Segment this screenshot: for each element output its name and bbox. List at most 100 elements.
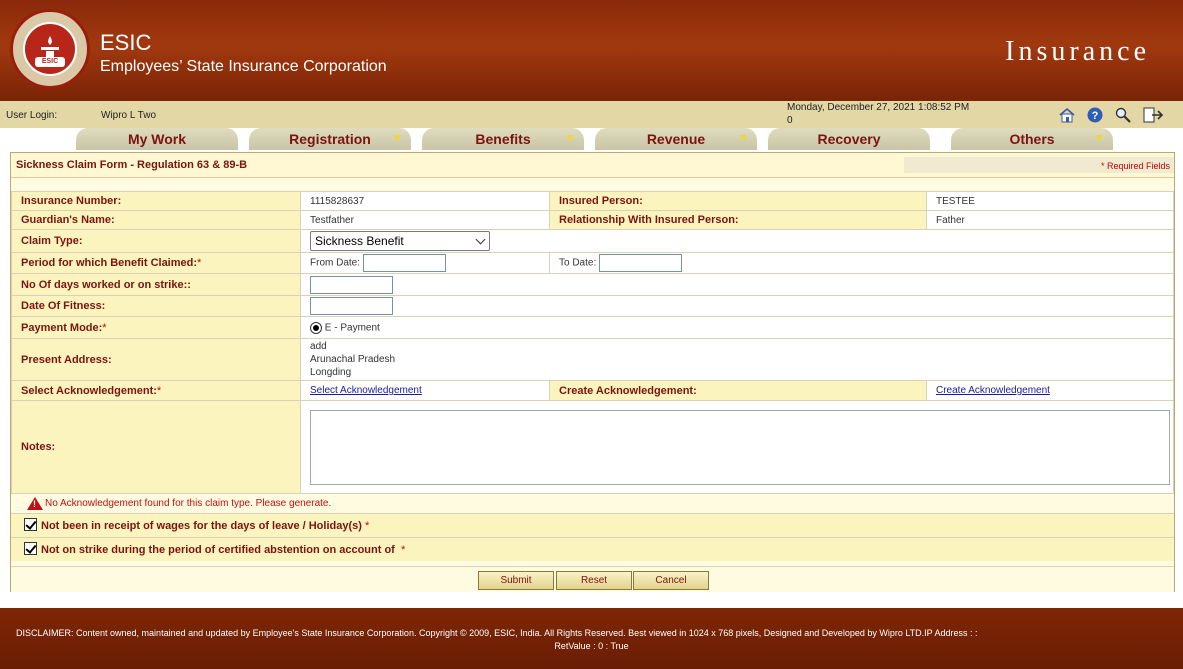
required-star: *: [156, 384, 162, 397]
create-ack-label: Create Acknowledgement:: [549, 380, 927, 401]
days-worked-cell: [300, 273, 1174, 296]
required-note: * Required Fields: [1100, 161, 1170, 171]
menu-others[interactable]: Others: [951, 128, 1113, 150]
create-ack-link[interactable]: Create Acknowledgement: [936, 385, 1050, 396]
date-fitness-input[interactable]: [310, 297, 394, 315]
wages-check-label: Not been in receipt of wages for the day…: [41, 520, 362, 532]
home-icon[interactable]: [1058, 106, 1076, 124]
required-star: *: [364, 520, 370, 532]
toolbar-icons: ?: [1058, 106, 1164, 124]
claim-type-label: Claim Type:: [10, 229, 302, 253]
menu-registration[interactable]: Registration: [249, 128, 411, 150]
payment-mode-cell: E - Payment: [300, 316, 1174, 339]
logout-icon[interactable]: [1142, 106, 1164, 124]
logo-badge: ESIC: [35, 57, 65, 67]
e-payment-label: E - Payment: [324, 322, 380, 334]
insurance-number-value: 1115828637: [300, 191, 550, 211]
date-fitness-cell: [300, 295, 1174, 317]
wages-checkbox[interactable]: [24, 518, 37, 531]
menu-label: Benefits: [475, 131, 531, 147]
claim-form-table: Insurance Number: 1115828637 Insured Per…: [10, 191, 1175, 494]
brand-title: ESIC: [100, 30, 152, 55]
claim-type-cell: Sickness Benefit: [300, 229, 1174, 253]
days-worked-input[interactable]: [310, 275, 394, 294]
relationship-value: Father: [925, 210, 1175, 230]
menu-label: Others: [1009, 131, 1055, 147]
create-ack-cell: Create Acknowledgement: [925, 380, 1175, 401]
ret-value-text: RetValue : 0 : True: [554, 641, 629, 651]
logo-emblem: ESIC: [23, 22, 77, 76]
datetime: Monday, December 27, 2021 1:08:52 PM: [787, 102, 970, 113]
relationship-label: Relationship With Insured Person:: [549, 210, 927, 230]
dropdown-arrow-icon: [1095, 135, 1103, 142]
page-footer: DISCLAIMER: Content owned, maintained an…: [0, 608, 1183, 669]
warning-message: No Acknowledgement found for this claim …: [45, 498, 332, 509]
svg-text:?: ?: [1092, 110, 1099, 122]
address-line-3: Longding: [310, 367, 352, 378]
notes-cell: [300, 400, 1174, 494]
address-cell: add Arunachal Pradesh Longding: [300, 338, 1174, 381]
notes-label: Notes:: [10, 400, 302, 494]
menu-benefits[interactable]: Benefits: [422, 128, 584, 150]
help-icon[interactable]: ?: [1086, 106, 1104, 124]
claim-type-select[interactable]: Sickness Benefit: [310, 231, 491, 251]
chevron-down-icon: [475, 234, 486, 245]
warning-mark: !: [33, 499, 36, 509]
required-star: *: [197, 257, 202, 269]
guardian-label: Guardian's Name:: [10, 210, 302, 230]
notes-textarea[interactable]: [310, 409, 1171, 485]
menu-label: Revenue: [646, 131, 706, 147]
to-date-cell: To Date:: [549, 252, 1174, 274]
select-ack-label: Select Acknowledgement:: [21, 384, 157, 397]
counter: 0: [787, 115, 793, 126]
e-payment-radio[interactable]: [310, 321, 323, 334]
from-date-input[interactable]: [362, 254, 446, 272]
check-row-strike: Not on strike during the period of certi…: [11, 537, 1174, 561]
payment-mode-label-cell: Payment Mode:*: [10, 316, 302, 339]
strike-check-text: Not on strike during the period of certi…: [41, 544, 405, 556]
wages-check-text: Not been in receipt of wages for the day…: [41, 520, 369, 532]
period-label: Period for which Benefit Claimed:: [21, 257, 198, 269]
button-row: Submit Reset Cancel: [11, 566, 1174, 592]
search-icon[interactable]: [1114, 106, 1132, 124]
strike-checkbox[interactable]: [24, 542, 37, 555]
required-star: *: [400, 544, 406, 556]
esic-logo: ESIC: [10, 9, 90, 89]
to-date-input[interactable]: [599, 254, 683, 272]
brand-subtitle: Employees’ State Insurance Corporation: [100, 58, 387, 75]
claim-type-selected: Sickness Benefit: [315, 234, 404, 248]
dropdown-arrow-icon: [566, 135, 574, 142]
menu-revenue[interactable]: Revenue: [595, 128, 757, 150]
main-menu: My Work Registration Benefits Revenue Re…: [0, 128, 1183, 150]
insurance-number-label: Insurance Number:: [10, 191, 302, 211]
reset-button[interactable]: Reset: [556, 571, 632, 590]
dropdown-arrow-icon: [739, 135, 747, 142]
guardian-value: Testfather: [300, 210, 550, 230]
submit-button[interactable]: Submit: [478, 571, 554, 590]
days-worked-label: No Of days worked or on strike::: [10, 273, 302, 296]
from-date-cell: From Date:: [300, 252, 550, 274]
dropdown-arrow-icon: [393, 135, 401, 142]
module-title: Insurance: [1005, 36, 1150, 67]
select-ack-cell: Select Acknowledgement: [300, 380, 550, 401]
insured-person-value: TESTEE: [925, 191, 1175, 211]
date-fitness-label: Date Of Fitness:: [10, 295, 302, 317]
menu-my-work[interactable]: My Work: [76, 128, 238, 150]
disclaimer-text: DISCLAIMER: Content owned, maintained an…: [16, 628, 978, 638]
check-row-wages: Not been in receipt of wages for the day…: [11, 513, 1174, 537]
cancel-button[interactable]: Cancel: [633, 571, 709, 590]
form-header: Sickness Claim Form - Regulation 63 & 89…: [11, 153, 1174, 178]
select-ack-link[interactable]: Select Acknowledgement: [310, 385, 422, 396]
address-line-2: Arunachal Pradesh: [310, 354, 396, 365]
sickness-claim-form: Sickness Claim Form - Regulation 63 & 89…: [10, 152, 1175, 592]
insured-person-label: Insured Person:: [549, 191, 927, 211]
address-label: Present Address:: [10, 338, 302, 381]
strike-check-label: Not on strike during the period of certi…: [41, 544, 395, 556]
menu-label: Registration: [289, 131, 371, 147]
warning-row: ! No Acknowledgement found for this clai…: [11, 493, 1174, 513]
menu-recovery[interactable]: Recovery: [768, 128, 930, 150]
payment-mode-label: Payment Mode:: [21, 321, 103, 334]
required-star: *: [102, 321, 107, 334]
form-title: Sickness Claim Form - Regulation 63 & 89…: [16, 159, 248, 171]
user-name: Wipro L Two: [101, 110, 157, 121]
